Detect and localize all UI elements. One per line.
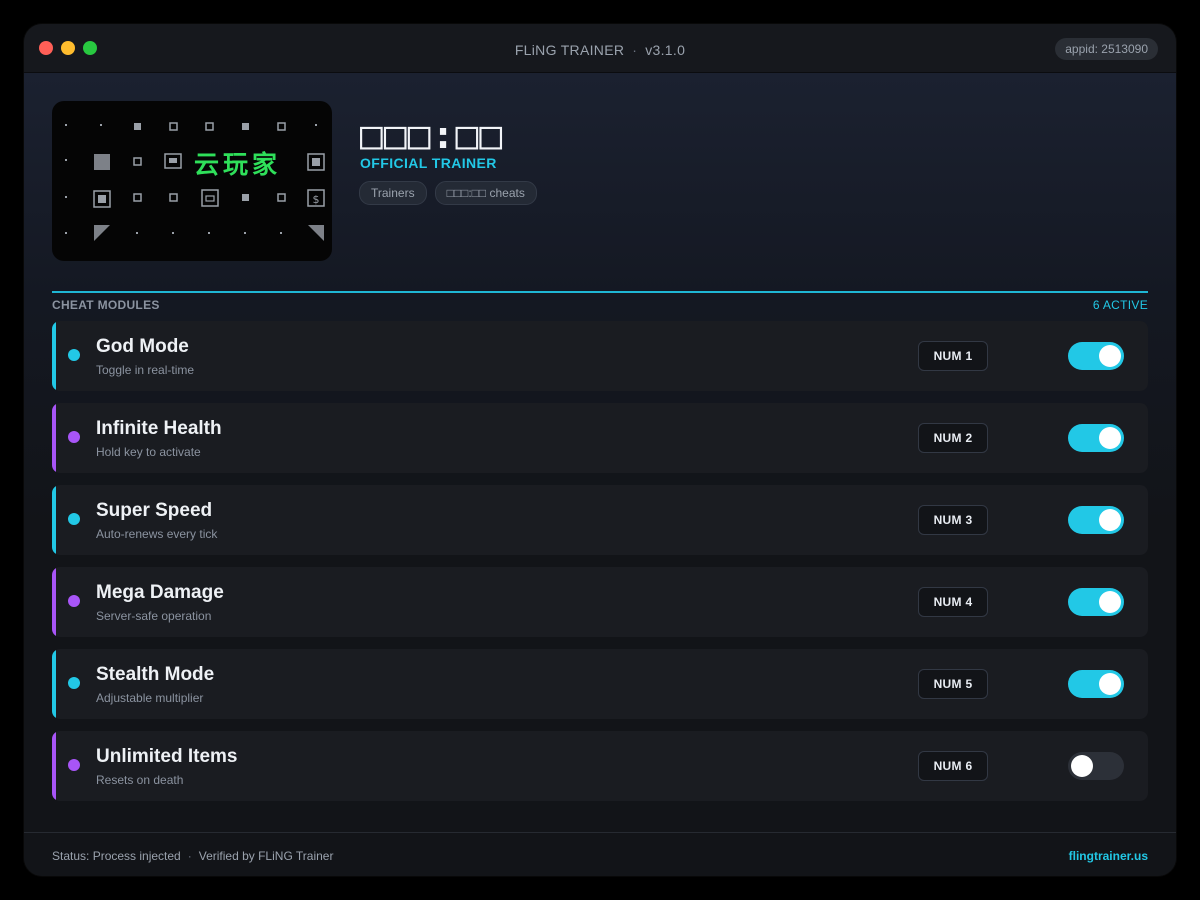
hotkey-button[interactable]: NUM 5 (918, 669, 988, 699)
toggle-knob (1099, 509, 1121, 531)
cheat-row: Stealth Mode Adjustable multiplier NUM 5 (52, 649, 1148, 719)
cheat-row: Unlimited Items Resets on death NUM 6 (52, 731, 1148, 801)
cheat-name: Stealth Mode (96, 664, 215, 685)
toggle-knob (1071, 755, 1093, 777)
cheat-row: Infinite Health Hold key to activate NUM 2 (52, 403, 1148, 473)
cheat-description: Resets on death (96, 773, 184, 787)
cheat-toggle[interactable] (1068, 506, 1124, 534)
main-content: $ 云玩家 □□□:□□ OFFICIAL TRAINER Trainers □… (24, 73, 1176, 832)
status-dot-icon (68, 595, 80, 607)
section-divider (52, 291, 1148, 293)
row-accent-bar (52, 567, 56, 637)
cheat-name: God Mode (96, 336, 189, 357)
cheat-name: Mega Damage (96, 582, 224, 603)
verified-label: Verified by FLiNG Trainer (198, 849, 334, 863)
game-title: □□□:□□ (360, 113, 504, 157)
cheat-toggle[interactable] (1068, 424, 1124, 452)
title-separator: · (632, 42, 638, 58)
cheat-row: Super Speed Auto-renews every tick NUM 3 (52, 485, 1148, 555)
status-dot-icon (68, 349, 80, 361)
process-status: Status: Process injected (52, 849, 181, 863)
cheat-toggle[interactable] (1068, 588, 1124, 616)
chip-cheats-count[interactable]: □□□:□□ cheats (434, 181, 537, 205)
cheat-list: God Mode Toggle in real-time NUM 1 Infinite… (52, 321, 1148, 813)
tag-chips: Trainers □□□:□□ cheats (359, 181, 537, 205)
cheat-description: Adjustable multiplier (96, 691, 204, 705)
status-dot-icon (68, 759, 80, 771)
row-accent-bar (52, 403, 56, 473)
hotkey-button[interactable]: NUM 2 (918, 423, 988, 453)
cheat-name: Super Speed (96, 500, 213, 521)
section-title: CHEAT MODULES (52, 298, 160, 312)
cover-art-pattern: $ (65, 122, 325, 241)
footer: Status: Process injected · Verified by FLi… (24, 832, 1176, 876)
status-dot-icon (68, 431, 80, 443)
hotkey-button[interactable]: NUM 6 (918, 751, 988, 781)
row-accent-bar (52, 321, 56, 391)
title-bar: FLiNG TRAINER · v3.1.0 appid: 2513090 (24, 24, 1176, 73)
cheat-toggle[interactable] (1068, 670, 1124, 698)
row-accent-bar (52, 731, 56, 801)
status-text: Status: Process injected · Verified by FLi… (52, 849, 333, 863)
app-name: FLiNG TRAINER (514, 42, 625, 58)
status-dot-icon (68, 513, 80, 525)
hotkey-button[interactable]: NUM 4 (918, 587, 988, 617)
toggle-knob (1099, 591, 1121, 613)
website-link[interactable]: flingtrainer.us (1069, 849, 1148, 863)
official-trainer-label: OFFICIAL TRAINER (360, 155, 497, 171)
toggle-knob (1099, 345, 1121, 367)
cheat-description: Hold key to activate (96, 445, 201, 459)
active-count: 6 ACTIVE (1092, 298, 1148, 312)
cover-chinese-text: 云玩家 (194, 150, 282, 179)
cheat-description: Toggle in real-time (96, 363, 195, 377)
status-dot-icon (68, 677, 80, 689)
cheat-row: Mega Damage Server-safe operation NUM 4 (52, 567, 1148, 637)
chip-trainers[interactable]: Trainers (359, 181, 427, 205)
footer-separator: · (187, 849, 192, 863)
hotkey-button[interactable]: NUM 3 (918, 505, 988, 535)
cheat-toggle[interactable] (1068, 342, 1124, 370)
game-cover-image: $ 云玩家 (52, 101, 332, 261)
cover-dollar-glyph: $ (313, 193, 320, 206)
cheat-description: Auto-renews every tick (96, 527, 218, 541)
appid-badge: appid: 2513090 (1055, 38, 1158, 60)
app-version: v3.1.0 (645, 42, 686, 58)
toggle-knob (1099, 673, 1121, 695)
toggle-knob (1099, 427, 1121, 449)
cheat-description: Server-safe operation (96, 609, 212, 623)
row-accent-bar (52, 649, 56, 719)
cheat-name: Infinite Health (96, 418, 222, 439)
cheat-row: God Mode Toggle in real-time NUM 1 (52, 321, 1148, 391)
hotkey-button[interactable]: NUM 1 (918, 341, 988, 371)
cheat-name: Unlimited Items (96, 746, 238, 767)
window-title: FLiNG TRAINER · v3.1.0 (24, 24, 1176, 72)
cheat-toggle[interactable] (1068, 752, 1124, 780)
trainer-window: FLiNG TRAINER · v3.1.0 appid: 2513090 $ … (24, 24, 1176, 876)
row-accent-bar (52, 485, 56, 555)
